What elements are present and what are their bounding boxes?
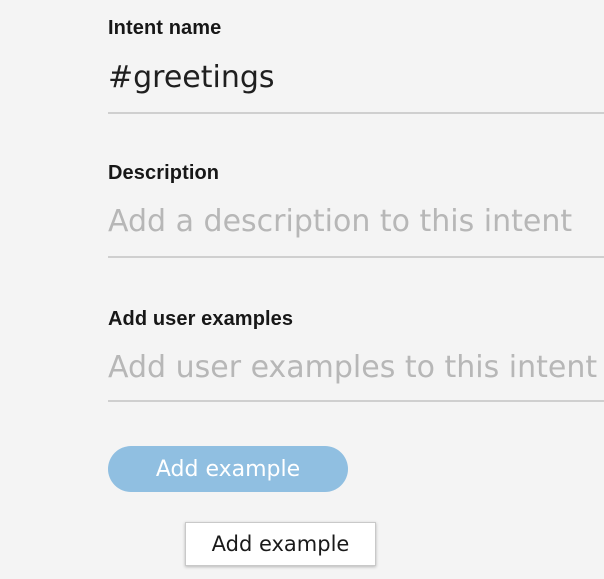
intent-name-input[interactable]: #greetings: [108, 60, 604, 95]
user-examples-input[interactable]: Add user examples to this intent: [108, 350, 604, 385]
user-examples-label: Add user examples: [108, 308, 294, 330]
description-underline: [108, 256, 604, 258]
description-label: Description: [108, 162, 220, 184]
intent-form-page: Intent name #greetings Description Add a…: [0, 0, 604, 579]
intent-name-label: Intent name: [108, 17, 222, 39]
description-input[interactable]: Add a description to this intent: [108, 204, 604, 239]
intent-name-underline: [108, 112, 604, 114]
add-example-tooltip: Add example: [185, 522, 376, 566]
user-examples-underline: [108, 400, 604, 402]
add-example-button[interactable]: Add example: [108, 446, 348, 492]
